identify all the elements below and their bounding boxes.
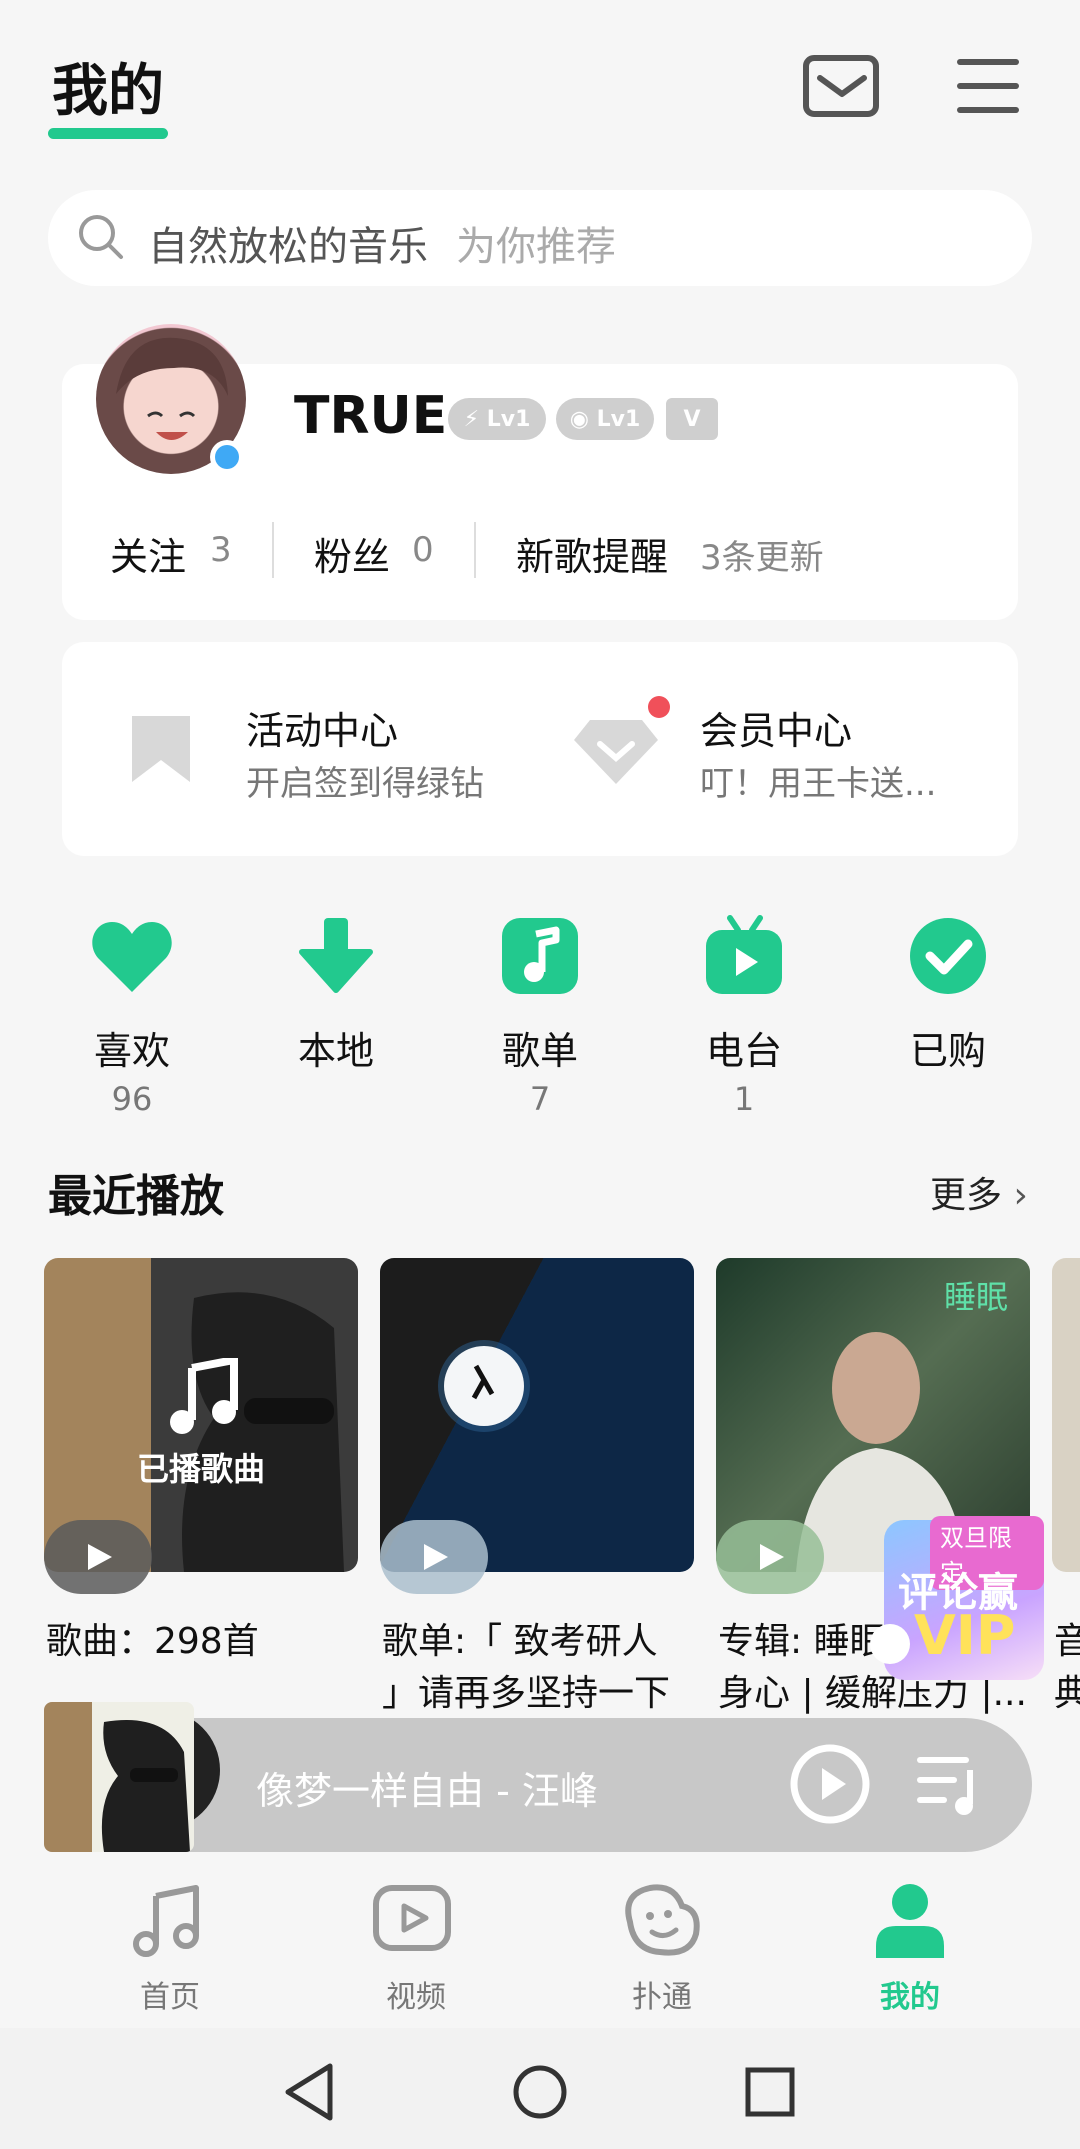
shortcut-playlist-count: 7 [529, 1080, 551, 1118]
stat-follow-label[interactable]: 关注 [110, 526, 186, 581]
smiley-bubble-icon[interactable] [616, 1880, 706, 1960]
recent-cover-partial[interactable] [1052, 1258, 1080, 1572]
heart-icon[interactable] [90, 914, 174, 998]
badge-label: V [683, 406, 701, 432]
shortcut-radio-label[interactable]: 电台 [684, 1020, 804, 1075]
now-playing-cover[interactable] [44, 1702, 194, 1852]
shortcut-local-label[interactable]: 本地 [276, 1020, 396, 1075]
chevron-right-icon: › [1002, 1175, 1028, 1216]
bookmark-icon [128, 712, 194, 790]
level-badge-music[interactable]: ◉ Lv1 [556, 398, 654, 440]
more-label: 更多 [930, 1175, 1003, 1216]
music-note-outline-icon[interactable] [124, 1880, 214, 1960]
search-icon [76, 212, 126, 266]
username[interactable]: TRUE [294, 386, 447, 446]
mail-icon[interactable] [802, 54, 882, 120]
badge-label: Lv1 [596, 406, 641, 432]
level-badge-vip[interactable]: ⚡ Lv1 [448, 398, 546, 440]
caption-line: 」请再多坚持一下 [382, 1673, 671, 1714]
caption-line: 歌单:「 致考研人 [382, 1621, 658, 1662]
cover-label: 睡眠 [943, 1278, 1008, 1316]
home-icon[interactable] [510, 2060, 570, 2128]
snowman-icon [870, 1624, 910, 1664]
recent-caption[interactable]: 歌曲：298首 [46, 1616, 366, 1668]
nav-home-label[interactable]: 首页 [100, 1972, 240, 2016]
play-icon [88, 1544, 112, 1570]
promo-line2: VIP [914, 1604, 1016, 1667]
search-text[interactable]: 自然放松的音乐 [148, 214, 428, 272]
play-button[interactable] [380, 1520, 488, 1594]
caption-line: 典 [1054, 1673, 1080, 1714]
vip-center-title[interactable]: 会员中心 [700, 700, 852, 755]
music-note-icon [170, 1358, 238, 1434]
diamond-icon [572, 716, 660, 790]
divider [272, 522, 274, 578]
play-button[interactable] [716, 1520, 824, 1594]
page-title[interactable]: 我的 [52, 46, 164, 127]
shortcut-purchased-label[interactable]: 已购 [888, 1020, 1008, 1075]
music-note-icon[interactable] [498, 914, 582, 998]
person-icon[interactable] [866, 1880, 956, 1960]
play-icon [424, 1544, 448, 1570]
recent-section-title: 最近播放 [48, 1171, 224, 1222]
back-icon[interactable] [280, 2060, 340, 2128]
recents-icon[interactable] [740, 2060, 800, 2128]
radio-tv-icon[interactable] [702, 914, 786, 998]
play-button[interactable] [44, 1520, 152, 1594]
qq-icon [215, 445, 239, 469]
activity-center-subtitle[interactable]: 开启签到得绿钻 [246, 756, 484, 805]
stat-follow-value[interactable]: 3 [210, 530, 232, 570]
caption-line: 歌曲：298首 [46, 1621, 259, 1662]
now-playing-title[interactable]: 像梦一样自由 - 汪峰 [256, 1760, 598, 1815]
stat-newsong-label[interactable]: 新歌提醒 [516, 526, 668, 581]
download-icon[interactable] [294, 914, 378, 998]
notification-dot [648, 696, 670, 718]
shortcut-like-count: 96 [111, 1080, 153, 1118]
nav-video-label[interactable]: 视频 [346, 1972, 486, 2016]
menu-icon[interactable] [954, 54, 1034, 120]
centers-card [62, 642, 1018, 856]
tab-indicator [48, 128, 168, 139]
shortcut-radio-count: 1 [733, 1080, 755, 1118]
shortcut-playlist-label[interactable]: 歌单 [480, 1020, 600, 1075]
vip-center-subtitle[interactable]: 叮！用王卡送... [700, 756, 936, 805]
play-circle-icon[interactable] [788, 1742, 872, 1830]
v-badge[interactable]: V [666, 398, 718, 440]
play-icon [760, 1544, 784, 1570]
caption-line: 音 [1054, 1621, 1080, 1662]
search-hint: 为你推荐 [456, 224, 616, 270]
stat-newsong-value[interactable]: 3条更新 [700, 530, 824, 579]
badge-label: Lv1 [486, 406, 531, 432]
stat-fans-value[interactable]: 0 [412, 530, 434, 570]
nav-mine-label[interactable]: 我的 [840, 1972, 980, 2016]
cover-label: 已播歌曲 [136, 1450, 265, 1488]
stat-fans-label[interactable]: 粉丝 [314, 526, 390, 581]
video-play-icon[interactable] [370, 1880, 460, 1960]
nav-putong-label[interactable]: 扑通 [592, 1972, 732, 2016]
activity-center-title[interactable]: 活动中心 [246, 700, 398, 755]
shortcut-like-label[interactable]: 喜欢 [72, 1020, 192, 1075]
recent-caption[interactable]: 歌单:「 致考研人 」请再多坚持一下 [382, 1616, 698, 1720]
promo-sticker[interactable]: 双旦限定 评论赢 VIP [870, 1516, 1044, 1680]
recent-caption[interactable]: 音 典 [1054, 1616, 1080, 1720]
playlist-icon[interactable] [914, 1750, 986, 1824]
more-link[interactable]: 更多 › [930, 1166, 1028, 1218]
check-circle-icon[interactable] [906, 914, 990, 998]
divider [474, 522, 476, 578]
